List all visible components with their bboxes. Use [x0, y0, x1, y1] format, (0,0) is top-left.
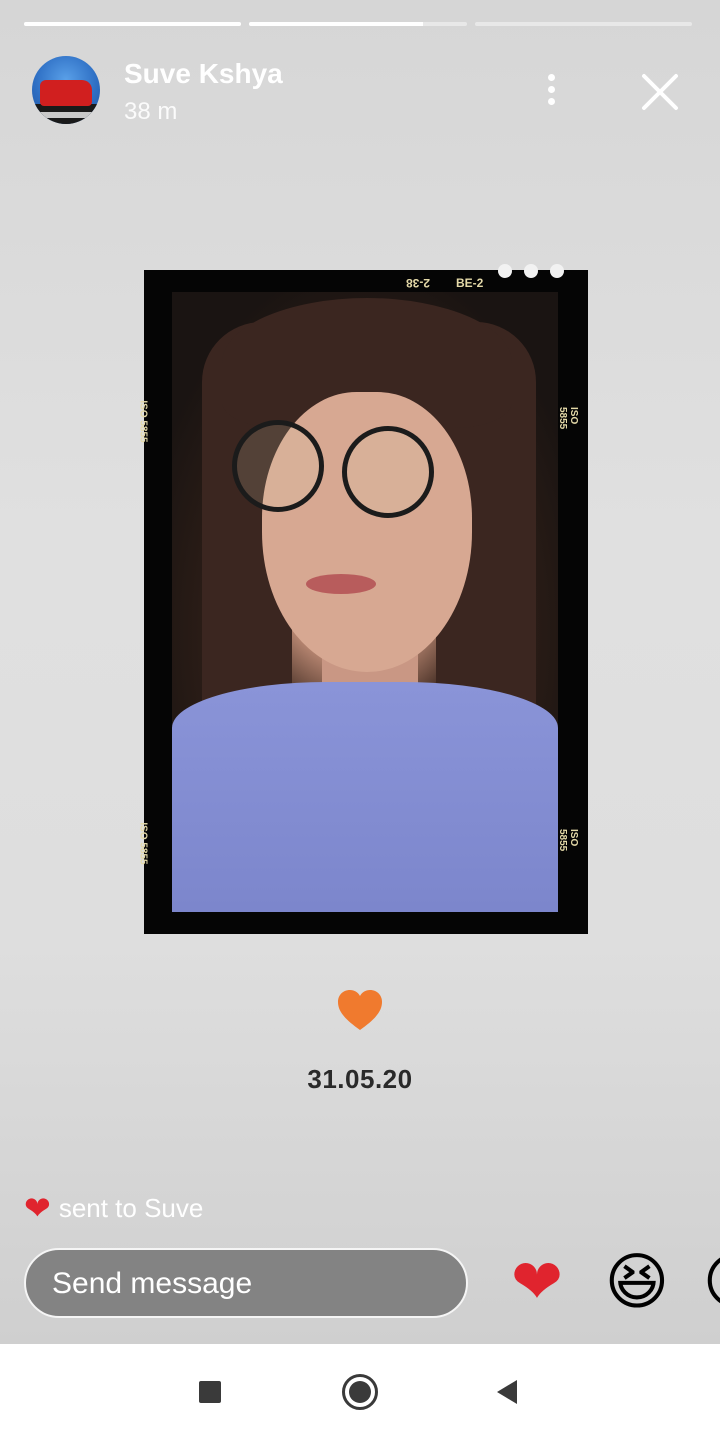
close-icon[interactable]: [638, 70, 682, 114]
film-code: BE-2: [456, 276, 484, 290]
system-nav-bar: [0, 1344, 720, 1440]
recent-apps-icon[interactable]: [162, 1344, 258, 1440]
username[interactable]: Suve Kshya: [124, 58, 283, 90]
progress-segment: [474, 22, 692, 26]
orange-heart-icon: [336, 988, 384, 1032]
story-viewer[interactable]: Suve Kshya 38 m BE-2 2-38 ISO 5855 ISO 5…: [0, 0, 720, 1344]
film-code: 2-38: [406, 276, 431, 290]
avatar[interactable]: [32, 56, 100, 124]
progress-segment: [24, 22, 242, 26]
story-progress-bar: [24, 22, 692, 26]
story-photo: [172, 292, 558, 912]
sent-status-label: sent to Suve: [58, 1192, 204, 1223]
progress-segment: [249, 22, 467, 26]
sent-status: ❤ sent to Suve: [24, 1188, 203, 1228]
post-time: 38 m: [124, 98, 178, 125]
story-header: Suve Kshya 38 m: [32, 56, 692, 126]
film-code: ISO 5855: [137, 822, 149, 865]
home-icon[interactable]: [312, 1344, 408, 1440]
film-code: ISO 5855: [137, 400, 149, 443]
film-code: ISO 5855: [557, 407, 579, 430]
red-heart-icon: ❤: [24, 1190, 51, 1226]
story-photo-frame: BE-2 2-38 ISO 5855 ISO 5855 ISO 5855 ISO…: [138, 264, 588, 934]
film-code: ISO 5855: [557, 829, 579, 852]
send-message-bar[interactable]: [24, 1248, 468, 1318]
red-heart-emoji[interactable]: ❤: [502, 1248, 572, 1318]
partially-visible-emoji[interactable]: 😮: [700, 1248, 720, 1318]
back-icon[interactable]: [458, 1344, 554, 1440]
story-date-text: 31.05.20: [307, 1064, 413, 1094]
grinning-squinting-emoji[interactable]: 😆: [602, 1248, 672, 1318]
send-message-input[interactable]: [50, 1250, 454, 1318]
more-options-icon[interactable]: [536, 72, 566, 108]
